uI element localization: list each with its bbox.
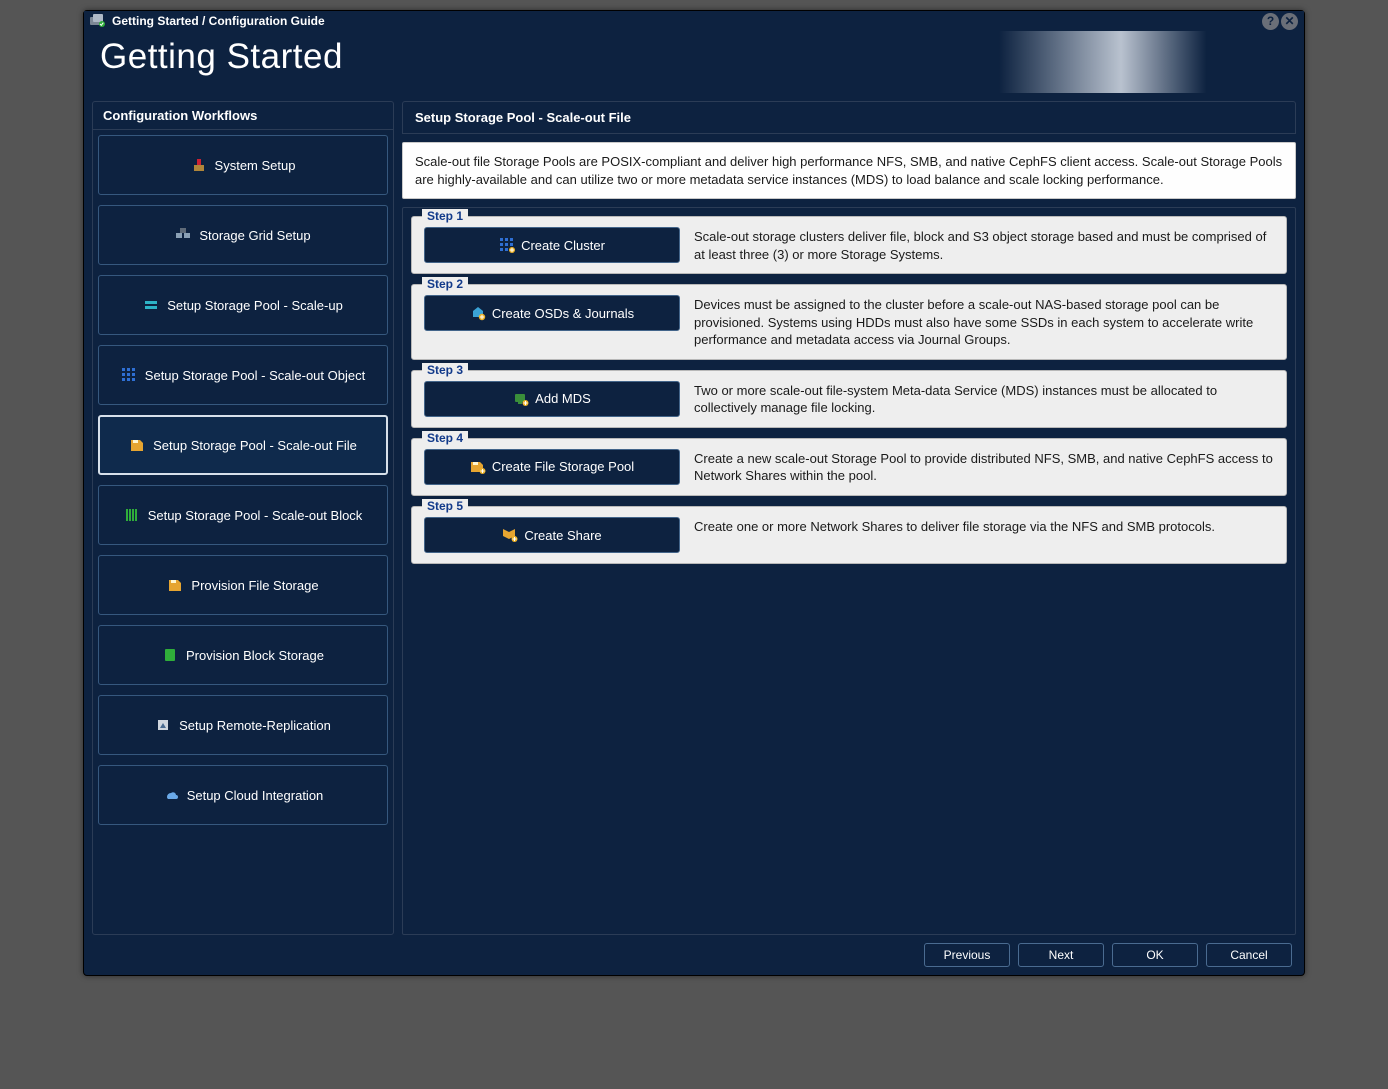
- nav-icon: [163, 787, 179, 803]
- window-title: Getting Started / Configuration Guide: [112, 14, 325, 28]
- main-panel: Setup Storage Pool - Scale-out File Scal…: [402, 101, 1296, 935]
- step-legend: Step 4: [422, 431, 468, 445]
- step-box-4: Step 4Create File Storage PoolCreate a n…: [411, 438, 1287, 496]
- step-description: Scale-out storage clusters deliver file,…: [694, 227, 1274, 263]
- sidebar-item-storage-grid-setup[interactable]: Storage Grid Setup: [98, 205, 388, 265]
- step-button-icon: [502, 527, 518, 543]
- sidebar-item-setup-storage-pool-scale-out-file[interactable]: Setup Storage Pool - Scale-out File: [98, 415, 388, 475]
- step-description: Two or more scale-out file-system Meta-d…: [694, 381, 1274, 417]
- step-button-label: Add MDS: [535, 391, 591, 406]
- nav-item-label: Setup Cloud Integration: [187, 788, 324, 803]
- sidebar: Configuration Workflows System Setup Stor…: [92, 101, 394, 935]
- nav-item-label: Provision Block Storage: [186, 648, 324, 663]
- sidebar-header: Configuration Workflows: [93, 102, 393, 130]
- sidebar-item-system-setup[interactable]: System Setup: [98, 135, 388, 195]
- nav-item-label: System Setup: [215, 158, 296, 173]
- step-button-icon: [513, 391, 529, 407]
- nav-icon: [175, 227, 191, 243]
- step-legend: Step 2: [422, 277, 468, 291]
- nav-item-label: Setup Storage Pool - Scale-out Object: [145, 368, 365, 383]
- step-button-icon: [499, 237, 515, 253]
- step-box-5: Step 5Create ShareCreate one or more Net…: [411, 506, 1287, 564]
- step-description: Create a new scale-out Storage Pool to p…: [694, 449, 1274, 485]
- nav-item-label: Setup Storage Pool - Scale-up: [167, 298, 343, 313]
- step-description: Create one or more Network Shares to del…: [694, 517, 1215, 536]
- nav-icon: [121, 367, 137, 383]
- dialog-window: Getting Started / Configuration Guide ? …: [83, 10, 1305, 976]
- step-button-icon: [470, 459, 486, 475]
- nav-icon: [155, 717, 171, 733]
- step-button-icon: [470, 305, 486, 321]
- sidebar-item-setup-storage-pool-scale-up[interactable]: Setup Storage Pool - Scale-up: [98, 275, 388, 335]
- previous-button[interactable]: Previous: [924, 943, 1010, 967]
- nav-icon: [191, 157, 207, 173]
- nav-item-label: Setup Remote-Replication: [179, 718, 331, 733]
- step-button-label: Create Share: [524, 528, 601, 543]
- step-description: Devices must be assigned to the cluster …: [694, 295, 1274, 349]
- nav-icon: [124, 507, 140, 523]
- nav-icon: [129, 437, 145, 453]
- steps-area: Step 1 Create Cluster Scale-out storage cl…: [402, 207, 1296, 935]
- next-button[interactable]: Next: [1018, 943, 1104, 967]
- create-cluster-button[interactable]: Create Cluster: [424, 227, 680, 263]
- sidebar-item-setup-storage-pool-scale-out-block[interactable]: Setup Storage Pool - Scale-out Block: [98, 485, 388, 545]
- ok-button[interactable]: OK: [1112, 943, 1198, 967]
- step-legend: Step 1: [422, 209, 468, 223]
- close-icon[interactable]: ✕: [1281, 13, 1298, 30]
- create-share-button[interactable]: Create Share: [424, 517, 680, 553]
- step-box-3: Step 3Add MDSTwo or more scale-out file-…: [411, 370, 1287, 428]
- step-button-label: Create Cluster: [521, 238, 605, 253]
- sidebar-list: System Setup Storage Grid Setup Setup Stor…: [93, 130, 393, 934]
- hero-title: Getting Started: [100, 37, 343, 76]
- sidebar-item-setup-storage-pool-scale-out-object[interactable]: Setup Storage Pool - Scale-out Object: [98, 345, 388, 405]
- hero-banner: Getting Started: [84, 31, 1304, 93]
- nav-item-label: Setup Storage Pool - Scale-out Block: [148, 508, 363, 523]
- footer: Previous Next OK Cancel: [84, 935, 1304, 975]
- cancel-button[interactable]: Cancel: [1206, 943, 1292, 967]
- create-file-storage-pool-button[interactable]: Create File Storage Pool: [424, 449, 680, 485]
- main-header: Setup Storage Pool - Scale-out File: [402, 101, 1296, 134]
- add-mds-button[interactable]: Add MDS: [424, 381, 680, 417]
- nav-icon: [162, 647, 178, 663]
- help-icon[interactable]: ?: [1262, 13, 1279, 30]
- nav-item-label: Provision File Storage: [191, 578, 318, 593]
- nav-icon: [167, 577, 183, 593]
- step-legend: Step 5: [422, 499, 468, 513]
- step-legend: Step 3: [422, 363, 468, 377]
- nav-item-label: Storage Grid Setup: [199, 228, 310, 243]
- sidebar-item-provision-block-storage[interactable]: Provision Block Storage: [98, 625, 388, 685]
- titlebar: Getting Started / Configuration Guide ? …: [84, 11, 1304, 31]
- nav-icon: [143, 297, 159, 313]
- step-button-label: Create File Storage Pool: [492, 459, 634, 474]
- intro-text: Scale-out file Storage Pools are POSIX-c…: [402, 142, 1296, 199]
- sidebar-item-setup-remote-replication[interactable]: Setup Remote-Replication: [98, 695, 388, 755]
- step-button-label: Create OSDs & Journals: [492, 306, 634, 321]
- sidebar-item-setup-cloud-integration[interactable]: Setup Cloud Integration: [98, 765, 388, 825]
- step-box-2: Step 2Create OSDs & JournalsDevices must…: [411, 284, 1287, 360]
- nav-item-label: Setup Storage Pool - Scale-out File: [153, 438, 357, 453]
- create-osds-journals-button[interactable]: Create OSDs & Journals: [424, 295, 680, 331]
- step-box-1: Step 1Create ClusterScale-out storage cl…: [411, 216, 1287, 274]
- sidebar-item-provision-file-storage[interactable]: Provision File Storage: [98, 555, 388, 615]
- app-icon: [90, 14, 106, 28]
